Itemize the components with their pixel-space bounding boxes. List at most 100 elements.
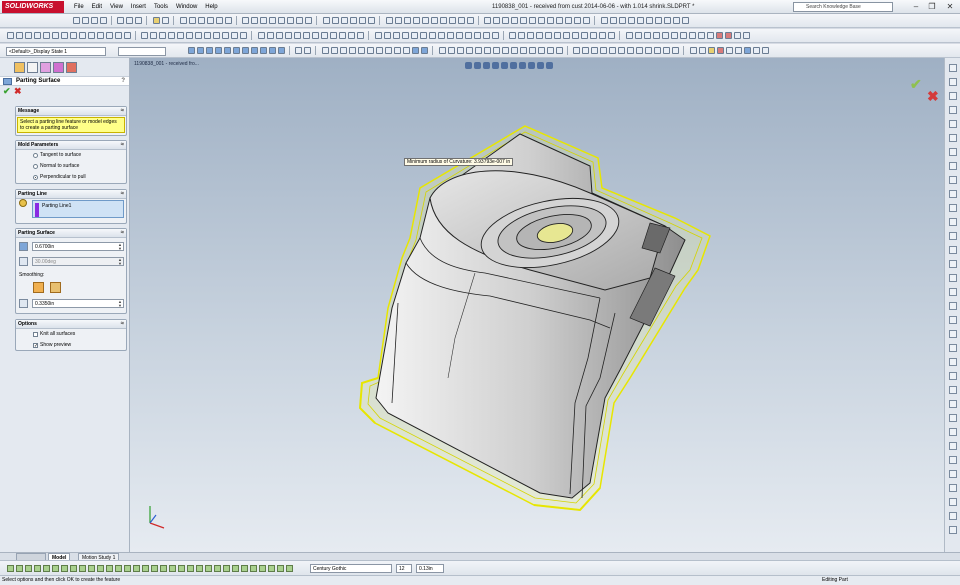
task-pane-icon[interactable] — [948, 274, 957, 282]
close-window-icon[interactable]: ✕ — [944, 1, 956, 13]
toolbar-icon[interactable] — [242, 17, 250, 24]
toolbar-icon[interactable] — [437, 32, 445, 39]
rebuild-icon[interactable] — [153, 17, 161, 24]
task-pane-icon[interactable] — [948, 386, 957, 394]
toolbar-icon[interactable] — [609, 47, 617, 54]
toolbar-icon[interactable] — [726, 47, 734, 54]
toolbar-icon[interactable] — [159, 32, 167, 39]
collapse-icon[interactable]: ≈ — [121, 320, 124, 329]
toolbar-icon[interactable] — [707, 32, 715, 39]
toolbar-icon[interactable] — [753, 47, 761, 54]
toolbar-combo[interactable] — [118, 47, 166, 56]
zoom-icon[interactable] — [340, 47, 348, 54]
toolbar-icon[interactable] — [42, 32, 50, 39]
toolbar-icon[interactable] — [196, 47, 204, 54]
toolbar-icon[interactable] — [520, 17, 528, 24]
toolbar-icon[interactable] — [332, 17, 340, 24]
collapse-icon[interactable]: ≈ — [121, 141, 124, 150]
toolbar-icon[interactable] — [601, 17, 609, 24]
redo-icon[interactable] — [126, 17, 134, 24]
cancel-button[interactable]: ✖ — [14, 86, 22, 97]
toolbar-icon[interactable] — [141, 565, 149, 572]
menu-edit[interactable]: Edit — [88, 0, 106, 14]
task-pane-icon[interactable] — [948, 470, 957, 478]
spin-icon[interactable]: ▲ ▼ — [117, 243, 123, 251]
toolbar-icon[interactable] — [734, 32, 742, 39]
toolbar-icon[interactable] — [232, 47, 240, 54]
task-pane-icon[interactable] — [948, 358, 957, 366]
toolbar-icon[interactable] — [646, 17, 654, 24]
task-pane-icon[interactable] — [948, 190, 957, 198]
toolbar-icon[interactable] — [87, 32, 95, 39]
task-pane-icon[interactable] — [948, 176, 957, 184]
select-icon[interactable] — [135, 17, 143, 24]
toolbar-icon[interactable] — [699, 47, 707, 54]
toolbar-icon[interactable] — [123, 32, 131, 39]
toolbar-icon[interactable] — [428, 32, 436, 39]
toolbar-icon[interactable] — [455, 32, 463, 39]
toolbar-icon[interactable] — [394, 47, 402, 54]
toolbar-icon[interactable] — [581, 32, 589, 39]
toolbar-icon[interactable] — [303, 32, 311, 39]
toolbar-icon[interactable] — [339, 32, 347, 39]
toolbar-icon[interactable] — [491, 32, 499, 39]
toolbar-icon[interactable] — [222, 32, 230, 39]
toolbar-icon[interactable] — [527, 32, 535, 39]
toolbar-icon[interactable] — [187, 47, 195, 54]
task-pane-icon[interactable] — [948, 512, 957, 520]
toolbar-icon[interactable] — [51, 32, 59, 39]
toolbar-icon[interactable] — [287, 17, 295, 24]
toolbar-icon[interactable] — [645, 47, 653, 54]
display-state-select[interactable]: <Default>_Display State 1 — [6, 47, 106, 56]
toolbar-icon[interactable] — [24, 32, 32, 39]
task-pane-icon[interactable] — [948, 400, 957, 408]
toolbar-icon[interactable] — [546, 47, 554, 54]
toolbar-icon[interactable] — [637, 17, 645, 24]
font-select[interactable]: Century Gothic — [310, 564, 392, 573]
task-pane-icon[interactable] — [948, 204, 957, 212]
toolbar-icon[interactable] — [150, 32, 158, 39]
toolbar-icon[interactable] — [582, 47, 590, 54]
toolbar-icon[interactable] — [374, 32, 382, 39]
toolbar-icon[interactable] — [483, 47, 491, 54]
toolbar-icon[interactable] — [385, 17, 393, 24]
toolbar-icon[interactable] — [501, 47, 509, 54]
toolbar-icon[interactable] — [305, 17, 313, 24]
toolbar-icon[interactable] — [653, 32, 661, 39]
toolbar-icon[interactable] — [168, 565, 176, 572]
toolbar-icon[interactable] — [96, 565, 104, 572]
toolbar-icon[interactable] — [654, 47, 662, 54]
toolbar-icon[interactable] — [744, 47, 752, 54]
toolbar-icon[interactable] — [518, 32, 526, 39]
collapse-icon[interactable]: ≈ — [121, 107, 124, 116]
toolbar-icon[interactable] — [296, 17, 304, 24]
task-pane-icon[interactable] — [948, 218, 957, 226]
task-pane-icon[interactable] — [948, 498, 957, 506]
message-header[interactable]: Message ≈ — [16, 107, 126, 116]
new-icon[interactable] — [72, 17, 80, 24]
collapse-icon[interactable]: ≈ — [121, 229, 124, 238]
task-pane-icon[interactable] — [948, 372, 957, 380]
appearances-icon[interactable] — [948, 120, 957, 128]
toolbar-icon[interactable] — [482, 32, 490, 39]
confirm-cancel-icon[interactable]: ✖ — [927, 88, 939, 105]
mold-parameters-header[interactable]: Mold Parameters ≈ — [16, 141, 126, 150]
feature-manager-tab-icon[interactable] — [14, 61, 25, 73]
toolbar-icon[interactable] — [105, 32, 113, 39]
toolbar-icon[interactable] — [6, 32, 14, 39]
task-pane-icon[interactable] — [948, 456, 957, 464]
toolbar-icon[interactable] — [430, 17, 438, 24]
toolbar-icon[interactable] — [349, 47, 357, 54]
toolbar-icon[interactable] — [258, 32, 266, 39]
toolbar-icon[interactable] — [114, 565, 122, 572]
toolbar-icon[interactable] — [672, 47, 680, 54]
toolbar-icon[interactable] — [626, 32, 634, 39]
toolbar-icon[interactable] — [412, 17, 420, 24]
toolbar-icon[interactable] — [474, 47, 482, 54]
configuration-manager-tab-icon[interactable] — [40, 61, 51, 73]
checkbox-icon[interactable] — [33, 332, 38, 337]
toolbar-icon[interactable] — [608, 32, 616, 39]
toolbar-icon[interactable] — [448, 17, 456, 24]
toolbar-icon[interactable] — [267, 565, 275, 572]
toolbar-icon[interactable] — [204, 565, 212, 572]
